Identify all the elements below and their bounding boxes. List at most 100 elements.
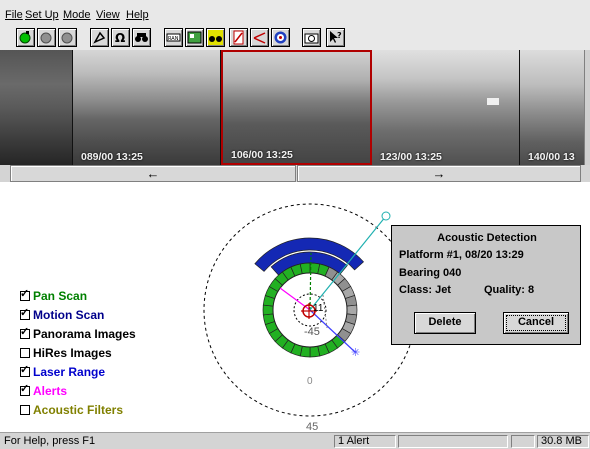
- layer-legend: ✓ Pan Scan ✓ Motion Scan ✓ Panorama Images …: [20, 288, 136, 422]
- next-frames-button[interactable]: →: [297, 165, 581, 182]
- pan-scan-segment: [309, 262, 321, 275]
- pan-scan-segment: [341, 286, 356, 300]
- pan-scan-segment: [262, 313, 276, 325]
- checkbox[interactable]: ✓: [20, 364, 30, 377]
- menu-help[interactable]: Help: [126, 9, 149, 21]
- frame-timestamp: 140/00 13: [528, 151, 575, 163]
- frame-timestamp: 089/00 13:25: [81, 151, 143, 163]
- angle-label-zero: 0: [307, 376, 313, 387]
- binoculars-button[interactable]: [132, 28, 151, 47]
- laser-button[interactable]: [250, 28, 269, 47]
- record-gray-button-2[interactable]: [58, 28, 77, 47]
- record-green-button[interactable]: [16, 28, 35, 47]
- svg-text:Ω: Ω: [115, 31, 125, 45]
- legend-label: Panorama Images: [33, 327, 136, 341]
- target-icon: [274, 31, 287, 44]
- binoculars-yellow-button[interactable]: [206, 28, 225, 47]
- pan-scan-segment: [262, 304, 274, 316]
- pan-scan-segment: [264, 320, 279, 334]
- help-pointer-button[interactable]: ?: [326, 28, 345, 47]
- checkbox[interactable]: ✓: [20, 288, 30, 301]
- status-alert-count[interactable]: 1 Alert: [334, 435, 396, 448]
- film-frame[interactable]: [0, 50, 73, 165]
- pan-scan-segment: [274, 271, 289, 286]
- checkbox[interactable]: [20, 348, 30, 358]
- omega-button[interactable]: Ω: [111, 28, 130, 47]
- status-memory: 30.8 MB: [537, 435, 589, 448]
- filmstrip-vertical-scroll[interactable]: [584, 50, 590, 165]
- menu-setup[interactable]: Set Up: [25, 9, 59, 21]
- checkbox[interactable]: [20, 405, 30, 415]
- legend-item-acoustic-filters[interactable]: Acoustic Filters: [20, 403, 136, 422]
- legend-item-alerts[interactable]: ✓ Alerts: [20, 383, 136, 403]
- quality-info: Quality: 8: [484, 284, 535, 296]
- pan-scan-segment: [324, 266, 339, 281]
- legend-item-pan-scan[interactable]: ✓ Pan Scan: [20, 288, 136, 308]
- prev-frames-button[interactable]: ←: [10, 165, 296, 182]
- pan-tilt-button[interactable]: [90, 28, 109, 47]
- platform-marker: [302, 304, 316, 318]
- film-frame-selected[interactable]: 106/00 13:25: [221, 50, 372, 165]
- legend-item-hires-images[interactable]: HiRes Images: [20, 346, 136, 365]
- cancel-button[interactable]: Cancel: [503, 312, 569, 334]
- legend-item-laser-range[interactable]: ✓ Laser Range: [20, 364, 136, 384]
- legend-label: Motion Scan: [33, 308, 105, 322]
- pan-scan-segment: [268, 278, 283, 292]
- bearing-info: Bearing 040: [399, 267, 462, 279]
- film-frame[interactable]: 140/00 13: [520, 50, 584, 165]
- pan-scan-segment: [281, 266, 296, 281]
- status-help-text: For Help, press F1: [4, 435, 96, 447]
- legend-item-motion-scan[interactable]: ✓ Motion Scan: [20, 307, 136, 327]
- delete-button[interactable]: Delete: [414, 312, 476, 334]
- platform-info: Platform #1, 08/20 13:29: [399, 249, 524, 261]
- heading-label: 11: [313, 303, 324, 314]
- range-button[interactable]: RAN: [164, 28, 183, 47]
- menu-view[interactable]: View: [96, 9, 120, 21]
- svg-text:?: ?: [337, 31, 342, 40]
- pan-scan-segment: [331, 271, 346, 286]
- camera-icon: [304, 33, 319, 44]
- pan-scan-segment: [309, 345, 321, 358]
- record-gray-icon: [61, 32, 73, 44]
- film-frame[interactable]: 123/00 13:25: [372, 50, 520, 165]
- status-bar: For Help, press F1 1 Alert 30.8 MB: [0, 432, 590, 449]
- menu-file[interactable]: File: [5, 9, 23, 21]
- camera-button[interactable]: [302, 28, 321, 47]
- pan-scan-segment: [344, 295, 358, 307]
- frame-timestamp: 123/00 13:25: [380, 151, 442, 163]
- pan-scan-segment: [290, 343, 303, 357]
- filmstrip-nav: ← →: [0, 165, 590, 182]
- class-info: Class: Jet: [399, 284, 451, 296]
- record-gray-button[interactable]: [37, 28, 56, 47]
- checkbox[interactable]: ✓: [20, 307, 30, 320]
- pan-scan-segment: [268, 328, 283, 342]
- filter-button[interactable]: [229, 28, 248, 47]
- alert-bearing-line: [279, 287, 311, 311]
- omega-icon: Ω: [115, 31, 125, 45]
- building-marker: [487, 98, 499, 105]
- arrow-right-icon: →: [432, 166, 446, 181]
- pan-scan-segment: [299, 262, 311, 275]
- target-button[interactable]: [271, 28, 290, 47]
- outer-range-ring: [203, 203, 417, 417]
- pan-scan-segment: [274, 334, 289, 349]
- pan-scan-segment: [317, 343, 330, 357]
- angle-label-minus45: -45: [304, 326, 320, 338]
- status-panel-empty: [511, 435, 535, 448]
- menu-mode[interactable]: Mode: [63, 9, 91, 21]
- range-icon: RAN: [166, 33, 181, 42]
- checkbox[interactable]: ✓: [20, 383, 30, 396]
- panorama-button[interactable]: [185, 28, 204, 47]
- help-pointer-icon: ?: [330, 31, 342, 43]
- pan-scan-segment: [341, 320, 356, 334]
- legend-label: Acoustic Filters: [33, 403, 124, 417]
- pan-scan-segment: [262, 295, 276, 307]
- pan-tilt-icon: [93, 31, 106, 44]
- legend-item-panorama-images[interactable]: ✓ Panorama Images: [20, 326, 136, 346]
- legend-label: Laser Range: [33, 365, 106, 379]
- film-frame[interactable]: 089/00 13:25: [73, 50, 221, 165]
- laser-target-icon: ✳: [351, 346, 360, 359]
- pan-scan-segment: [331, 334, 346, 349]
- checkbox[interactable]: ✓: [20, 326, 30, 339]
- pan-scan-segment: [324, 339, 339, 354]
